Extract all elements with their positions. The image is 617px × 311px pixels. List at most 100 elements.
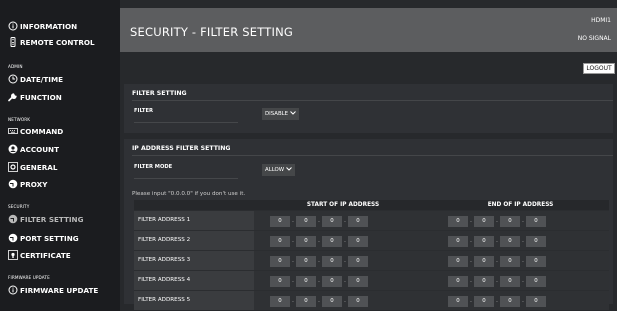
start-ip-octet-input[interactable]: 0 — [296, 255, 316, 267]
sidebar-item-label: FILTER SETTING — [20, 214, 84, 224]
end-ip-octet-input[interactable]: 0 — [526, 215, 546, 227]
start-ip-octet-input[interactable]: 0 — [270, 235, 290, 247]
end-ip-octet-input[interactable]: 0 — [500, 215, 520, 227]
sidebar-item-function[interactable]: FUNCTION — [8, 92, 62, 102]
sidebar-item-remote-control[interactable]: REMOTE CONTROL — [8, 37, 95, 47]
end-ip-octet-input[interactable]: 0 — [500, 295, 520, 307]
start-ip-octet-input[interactable]: 0 — [348, 295, 368, 307]
start-ip-octet-input[interactable]: 0 — [270, 255, 290, 267]
sidebar-item-label: DATE/TIME — [20, 74, 64, 84]
signal-status: NO SIGNAL — [577, 35, 611, 42]
globe-icon — [8, 233, 18, 243]
start-ip-octet-input[interactable]: 0 — [270, 275, 290, 287]
end-ip-cell: 0.0.0.0 — [432, 229, 609, 250]
start-ip-octet-input[interactable]: 0 — [348, 235, 368, 247]
start-ip-octet-input[interactable]: 0 — [348, 275, 368, 287]
sidebar-item-information[interactable]: INFORMATION — [8, 21, 77, 31]
page-title: SECURITY - FILTER SETTING — [130, 25, 293, 39]
start-ip-octet-input[interactable]: 0 — [322, 215, 342, 227]
end-ip-octet-input[interactable]: 0 — [526, 295, 546, 307]
start-ip-octet-input[interactable]: 0 — [296, 295, 316, 307]
end-ip-octet-input[interactable]: 0 — [526, 235, 546, 247]
end-ip-octet-input[interactable]: 0 — [500, 255, 520, 267]
logout-button[interactable]: LOGOUT — [583, 63, 615, 74]
sidebar-item-label: GENERAL — [20, 162, 58, 172]
end-ip-octet-input[interactable]: 0 — [474, 295, 494, 307]
gear-icon — [8, 162, 18, 172]
divider — [132, 100, 613, 101]
end-ip-octet-input[interactable]: 0 — [448, 235, 468, 247]
start-ip-octet-input[interactable]: 0 — [348, 255, 368, 267]
sidebar-item-filter-setting[interactable]: FILTER SETTING — [8, 214, 83, 224]
table-header-row: START OF IP ADDRESS END OF IP ADDRESS — [134, 200, 609, 210]
sidebar-item-label: PORT SETTING — [20, 233, 79, 243]
table-row: FILTER ADDRESS 50.0.0.00.0.0.0 — [134, 289, 609, 310]
divider — [134, 122, 238, 123]
filter-label: FILTER — [134, 108, 153, 114]
sidebar-item-proxy[interactable]: PROXY — [8, 179, 47, 189]
filter-address-label: FILTER ADDRESS 4 — [134, 269, 254, 290]
filter-mode-select[interactable]: ALLOW — [262, 164, 296, 176]
start-ip-cell: 0.0.0.0 — [254, 209, 432, 230]
start-ip-octet-input[interactable]: 0 — [322, 255, 342, 267]
globe-icon — [8, 179, 18, 189]
column-header-end: END OF IP ADDRESS — [432, 200, 609, 210]
start-ip-cell: 0.0.0.0 — [254, 269, 432, 290]
start-ip-cell: 0.0.0.0 — [254, 249, 432, 270]
start-ip-cell: 0.0.0.0 — [254, 229, 432, 250]
chevron-down-icon — [286, 167, 292, 173]
start-ip-octet-input[interactable]: 0 — [296, 215, 316, 227]
sidebar-item-date-time[interactable]: DATE/TIME — [8, 74, 63, 84]
filter-select-value: DISABLE — [265, 111, 289, 117]
start-ip-octet-input[interactable]: 0 — [296, 235, 316, 247]
end-ip-octet-input[interactable]: 0 — [500, 235, 520, 247]
sidebar-item-command[interactable]: COMMAND — [8, 126, 63, 136]
certificate-icon — [8, 250, 18, 260]
section-label-network: NETWORK — [8, 117, 31, 122]
sidebar-item-general[interactable]: GENERAL — [8, 162, 57, 172]
end-ip-octet-input[interactable]: 0 — [526, 275, 546, 287]
sidebar-item-port-setting[interactable]: PORT SETTING — [8, 233, 79, 243]
ip-filter-title: IP ADDRESS FILTER SETTING — [132, 145, 231, 152]
filter-mode-label: FILTER MODE — [134, 164, 173, 170]
end-ip-octet-input[interactable]: 0 — [474, 215, 494, 227]
start-ip-octet-input[interactable]: 0 — [322, 295, 342, 307]
start-ip-octet-input[interactable]: 0 — [270, 215, 290, 227]
end-ip-octet-input[interactable]: 0 — [448, 275, 468, 287]
end-ip-octet-input[interactable]: 0 — [448, 255, 468, 267]
info-icon — [8, 21, 18, 31]
end-ip-octet-input[interactable]: 0 — [526, 255, 546, 267]
sidebar-item-certificate[interactable]: CERTIFICATE — [8, 250, 71, 260]
end-ip-octet-input[interactable]: 0 — [474, 275, 494, 287]
start-ip-octet-input[interactable]: 0 — [296, 275, 316, 287]
shield-icon — [8, 214, 18, 224]
end-ip-cell: 0.0.0.0 — [432, 269, 609, 290]
filter-address-label: FILTER ADDRESS 2 — [134, 229, 254, 250]
sidebar-item-label: ACCOUNT — [20, 144, 59, 154]
end-ip-octet-input[interactable]: 0 — [500, 275, 520, 287]
table-row: FILTER ADDRESS 40.0.0.00.0.0.0 — [134, 269, 609, 290]
end-ip-octet-input[interactable]: 0 — [474, 255, 494, 267]
filter-address-label: FILTER ADDRESS 1 — [134, 209, 254, 230]
remote-icon — [8, 37, 18, 47]
start-ip-octet-input[interactable]: 0 — [322, 275, 342, 287]
sidebar-item-firmware-update[interactable]: FIRMWARE UPDATE — [8, 285, 98, 295]
start-ip-octet-input[interactable]: 0 — [322, 235, 342, 247]
filter-select[interactable]: DISABLE — [262, 108, 300, 120]
divider — [132, 155, 613, 156]
clock-icon — [8, 74, 18, 84]
start-ip-cell: 0.0.0.0 — [254, 289, 432, 310]
page-header: SECURITY - FILTER SETTING HDMI1 NO SIGNA… — [120, 8, 617, 52]
filter-setting-title: FILTER SETTING — [132, 90, 187, 97]
chevron-down-icon — [290, 111, 296, 117]
filter-setting-panel: FILTER SETTING FILTER DISABLE — [124, 84, 613, 133]
start-ip-octet-input[interactable]: 0 — [348, 215, 368, 227]
end-ip-cell: 0.0.0.0 — [432, 289, 609, 310]
end-ip-octet-input[interactable]: 0 — [448, 295, 468, 307]
sidebar-item-account[interactable]: ACCOUNT — [8, 144, 59, 154]
end-ip-octet-input[interactable]: 0 — [474, 235, 494, 247]
section-label-firmware: FIRMWARE UPDATE — [8, 275, 50, 280]
start-ip-octet-input[interactable]: 0 — [270, 295, 290, 307]
table-row: FILTER ADDRESS 30.0.0.00.0.0.0 — [134, 249, 609, 270]
end-ip-octet-input[interactable]: 0 — [448, 215, 468, 227]
